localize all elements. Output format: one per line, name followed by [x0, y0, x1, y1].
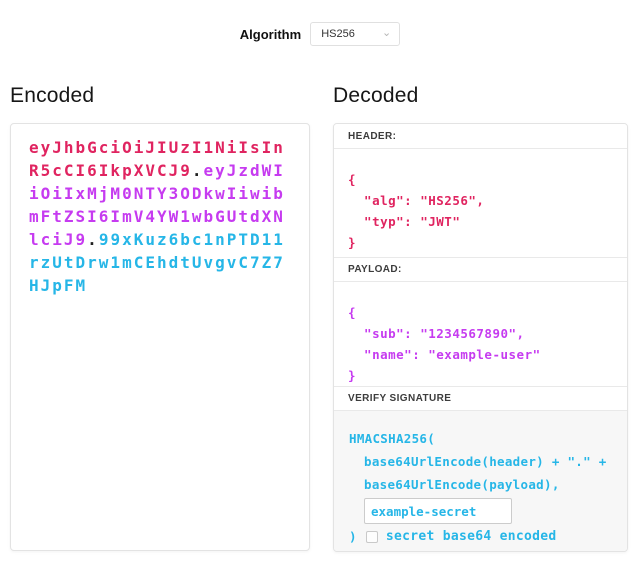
encoded-title: Encoded [10, 84, 310, 108]
payload-section-label: PAYLOAD: [348, 264, 402, 275]
verify-signature-section-bar: VERIFY SIGNATURE [334, 386, 627, 411]
encoded-column: Encoded eyJhbGciOiJIUzI1NiIsInR5cCI6IkpX… [10, 84, 310, 552]
signature-code-line-2: base64UrlEncode(header) + "." + [349, 450, 612, 473]
signature-close-row: ) secret base64 encoded [349, 525, 612, 548]
algorithm-selected-value: HS256 [321, 28, 355, 40]
secret-base64-checkbox[interactable] [366, 531, 378, 543]
algorithm-label: Algorithm [240, 27, 301, 42]
signature-code-close: ) [349, 525, 357, 548]
verify-signature-section-label: VERIFY SIGNATURE [348, 393, 451, 404]
payload-section-content: { "sub": "1234567890", "name": "example-… [334, 282, 627, 386]
decoded-title: Decoded [333, 84, 628, 108]
header-section-label: HEADER: [348, 131, 396, 142]
payload-json-editor[interactable]: { "sub": "1234567890", "name": "example-… [334, 282, 627, 386]
algorithm-toolbar: Algorithm HS256 ⌄ [0, 0, 640, 46]
decoded-panel: HEADER: { "alg": "HS256", "typ": "JWT" }… [333, 123, 628, 552]
header-section-bar: HEADER: [334, 124, 627, 149]
token-dot-1: . [192, 161, 204, 180]
header-section-content: { "alg": "HS256", "typ": "JWT" } [334, 149, 627, 257]
encoded-token-editor[interactable]: eyJhbGciOiJIUzI1NiIsInR5cCI6IkpXVCJ9.eyJ… [10, 123, 310, 551]
signature-code-line-1: HMACSHA256( [349, 427, 612, 450]
algorithm-select[interactable]: HS256 ⌄ [310, 22, 400, 46]
header-json-editor[interactable]: { "alg": "HS256", "typ": "JWT" } [334, 149, 627, 253]
decoded-column: Decoded HEADER: { "alg": "HS256", "typ":… [333, 84, 628, 552]
payload-section-bar: PAYLOAD: [334, 257, 627, 282]
chevron-down-icon: ⌄ [382, 28, 391, 39]
verify-signature-content: HMACSHA256( base64UrlEncode(header) + ".… [334, 411, 627, 551]
main-columns: Encoded eyJhbGciOiJIUzI1NiIsInR5cCI6IkpX… [0, 84, 640, 552]
secret-input[interactable] [364, 498, 512, 524]
signature-code-line-3: base64UrlEncode(payload), [349, 473, 612, 496]
secret-base64-checkbox-label[interactable]: secret base64 encoded [386, 525, 557, 548]
token-dot-2: . [87, 230, 99, 249]
